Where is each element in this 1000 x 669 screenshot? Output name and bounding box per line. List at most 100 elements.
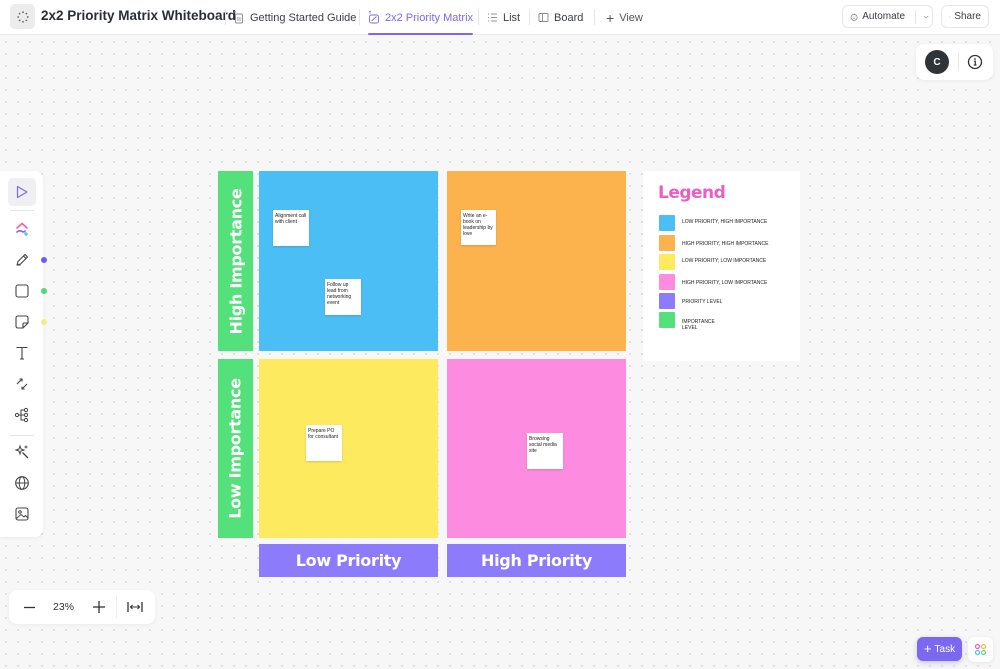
legend-label: HIGH PRIORITY, HIGH IMPORTANCE [682,241,769,247]
magic-tool[interactable] [8,438,36,466]
add-view-label: View [619,11,643,24]
add-task-button[interactable]: + Task [917,637,962,661]
shape-tool[interactable] [8,277,36,305]
legend-title: Legend [658,183,726,203]
legend-label: PRIORITY LEVEL [682,299,723,305]
legend-label: HIGH PRIORITY, LOW IMPORTANCE [682,280,768,286]
zoom-level: 23% [53,601,75,613]
square-icon [15,284,29,298]
presence-panel: C [916,44,993,80]
legend-swatch [659,274,675,290]
zoom-controls: 23% [9,590,155,624]
legend-label: LOW PRIORITY, HIGH IMPORTANCE [682,219,768,225]
sticky-note[interactable]: Write an e-book on leadership by love [461,210,496,245]
row-label-text: Low Importance [226,378,246,519]
plus-icon: + [923,641,932,656]
zoom-out-icon[interactable] [23,601,36,614]
share-icon [949,15,951,18]
list-icon [488,13,497,22]
chevron-down-icon[interactable] [920,12,932,22]
tab-2x2-priority-matrix[interactable]: 2x2 Priority Matrix [368,0,474,35]
select-tool[interactable] [8,178,36,206]
sticky-note[interactable]: Follow up lead from networking event [325,279,361,315]
mind-map-tool[interactable] [8,401,36,429]
automate-button[interactable]: Automate [842,5,933,28]
column-label-text: High Priority [481,551,592,570]
space-icon[interactable] [10,4,35,29]
divider [958,53,959,71]
share-label: Share [954,11,981,22]
ai-tool[interactable] [8,215,36,243]
image-icon [15,507,29,521]
cursor-icon [16,185,28,199]
tab-board[interactable]: Board [538,0,583,35]
connector-tool[interactable] [8,370,36,398]
shape-color-dot [41,288,47,294]
tab-label: Getting Started Guide [250,11,357,24]
row-label-text: High Importance [226,188,245,334]
pen-color-dot [41,257,47,263]
divider [478,9,479,25]
text-icon [16,346,28,360]
info-icon[interactable] [967,54,983,70]
sticky-note-icon [15,315,29,329]
quadrant-high-priority-high-importance[interactable] [447,171,626,351]
tab-list[interactable]: List [487,0,520,35]
apps-grid-icon [974,643,987,656]
whiteboard-icon [369,11,379,24]
quadrant-low-priority-low-importance[interactable] [259,359,438,538]
zoom-in-icon[interactable] [92,600,106,614]
sticky-note[interactable]: Prepare PO for consultant [306,425,342,461]
column-label-low-priority[interactable]: Low Priority [259,544,438,577]
doc-icon [234,11,243,24]
whiteboard-toolbar [0,171,47,537]
tab-label: List [503,11,521,24]
quadrant-low-priority-high-importance[interactable] [259,171,438,351]
divider [359,9,360,25]
clickup-ai-icon [16,222,28,236]
tab-getting-started-guide[interactable]: Getting Started Guide [233,0,356,35]
divider [10,210,34,211]
sticky-note[interactable]: Browsing social media site [527,433,563,469]
divider [915,9,916,24]
task-label: Task [934,643,956,655]
add-view-button[interactable]: + View [606,0,643,35]
divider [225,9,226,25]
sticky-note-tool[interactable] [8,308,36,336]
web-embed-tool[interactable] [8,469,36,497]
mind-map-icon [14,407,29,423]
apps-button[interactable] [968,637,993,662]
legend-swatch [659,293,675,309]
avatar[interactable]: C [925,50,949,74]
row-label-low-importance[interactable]: Low Importance [218,359,253,538]
pen-icon [16,253,29,266]
image-tool[interactable] [8,500,36,528]
legend-label: LOW PRIORITY, LOW IMPORTANCE [682,258,767,264]
legend-panel[interactable]: Legend LOW PRIORITY, HIGH IMPORTANCE HIG… [643,171,800,361]
pen-tool[interactable] [8,246,36,274]
robot-icon [850,12,858,21]
divider [594,9,595,25]
board-icon [538,13,549,22]
row-label-high-importance[interactable]: High Importance [218,171,253,351]
automate-label: Automate [862,11,906,22]
sticky-note[interactable]: Alignment call with client [273,210,309,246]
magic-wand-icon [14,444,29,459]
divider [116,596,117,618]
loading-dots-icon [16,10,29,23]
legend-swatch [659,254,675,270]
plus-icon: + [606,9,615,26]
text-tool[interactable] [8,339,36,367]
share-button[interactable]: Share [941,5,989,28]
column-label-text: Low Priority [295,551,402,570]
legend-swatch [659,235,675,251]
tab-label: Board [554,11,584,24]
divider [529,9,530,25]
legend-swatch [659,215,675,231]
fit-to-screen-icon[interactable] [127,601,143,613]
legend-label: IMPORTANCE LEVEL [682,319,715,331]
legend-swatch [659,312,675,328]
tab-label: 2x2 Priority Matrix [385,11,474,24]
column-label-high-priority[interactable]: High Priority [447,544,626,577]
page-title: 2x2 Priority Matrix Whiteboard [41,8,237,23]
